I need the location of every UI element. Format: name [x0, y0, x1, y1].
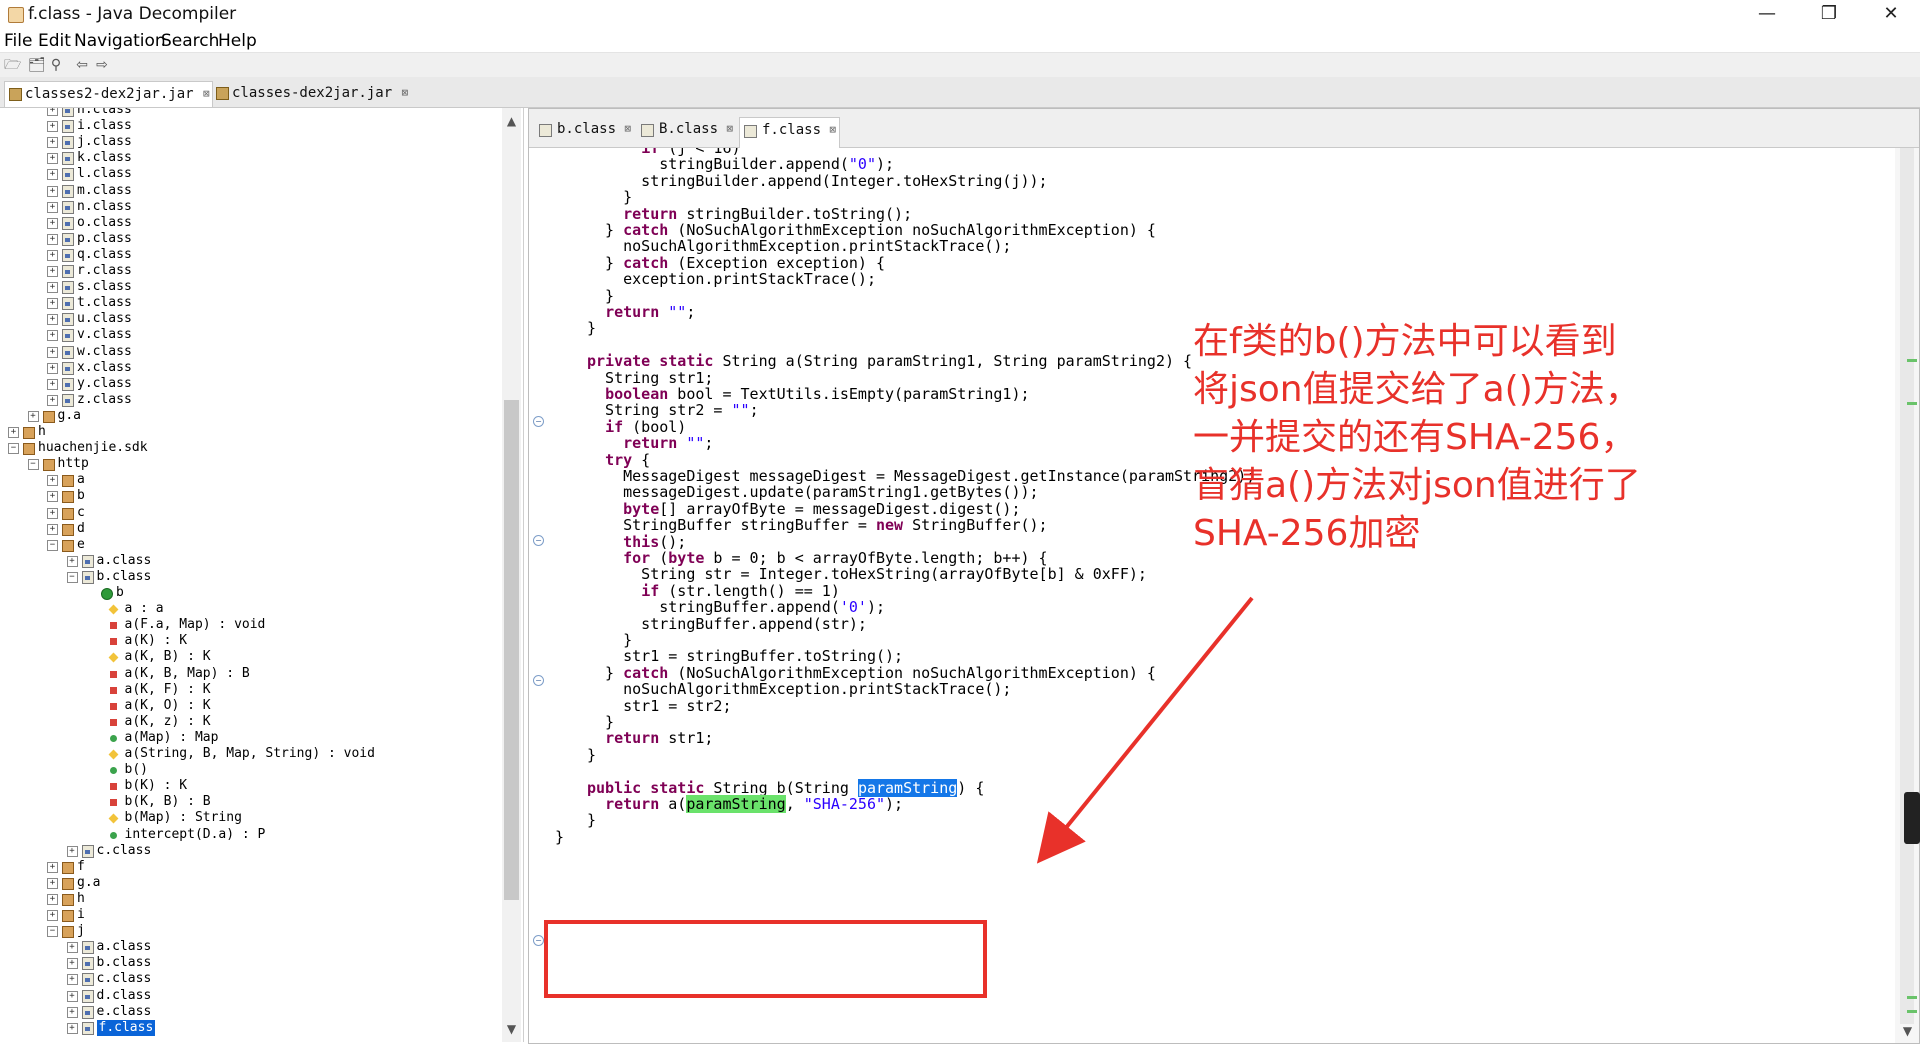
annotation-arrow: [1036, 596, 1254, 864]
arrow-line: [1036, 596, 1254, 864]
